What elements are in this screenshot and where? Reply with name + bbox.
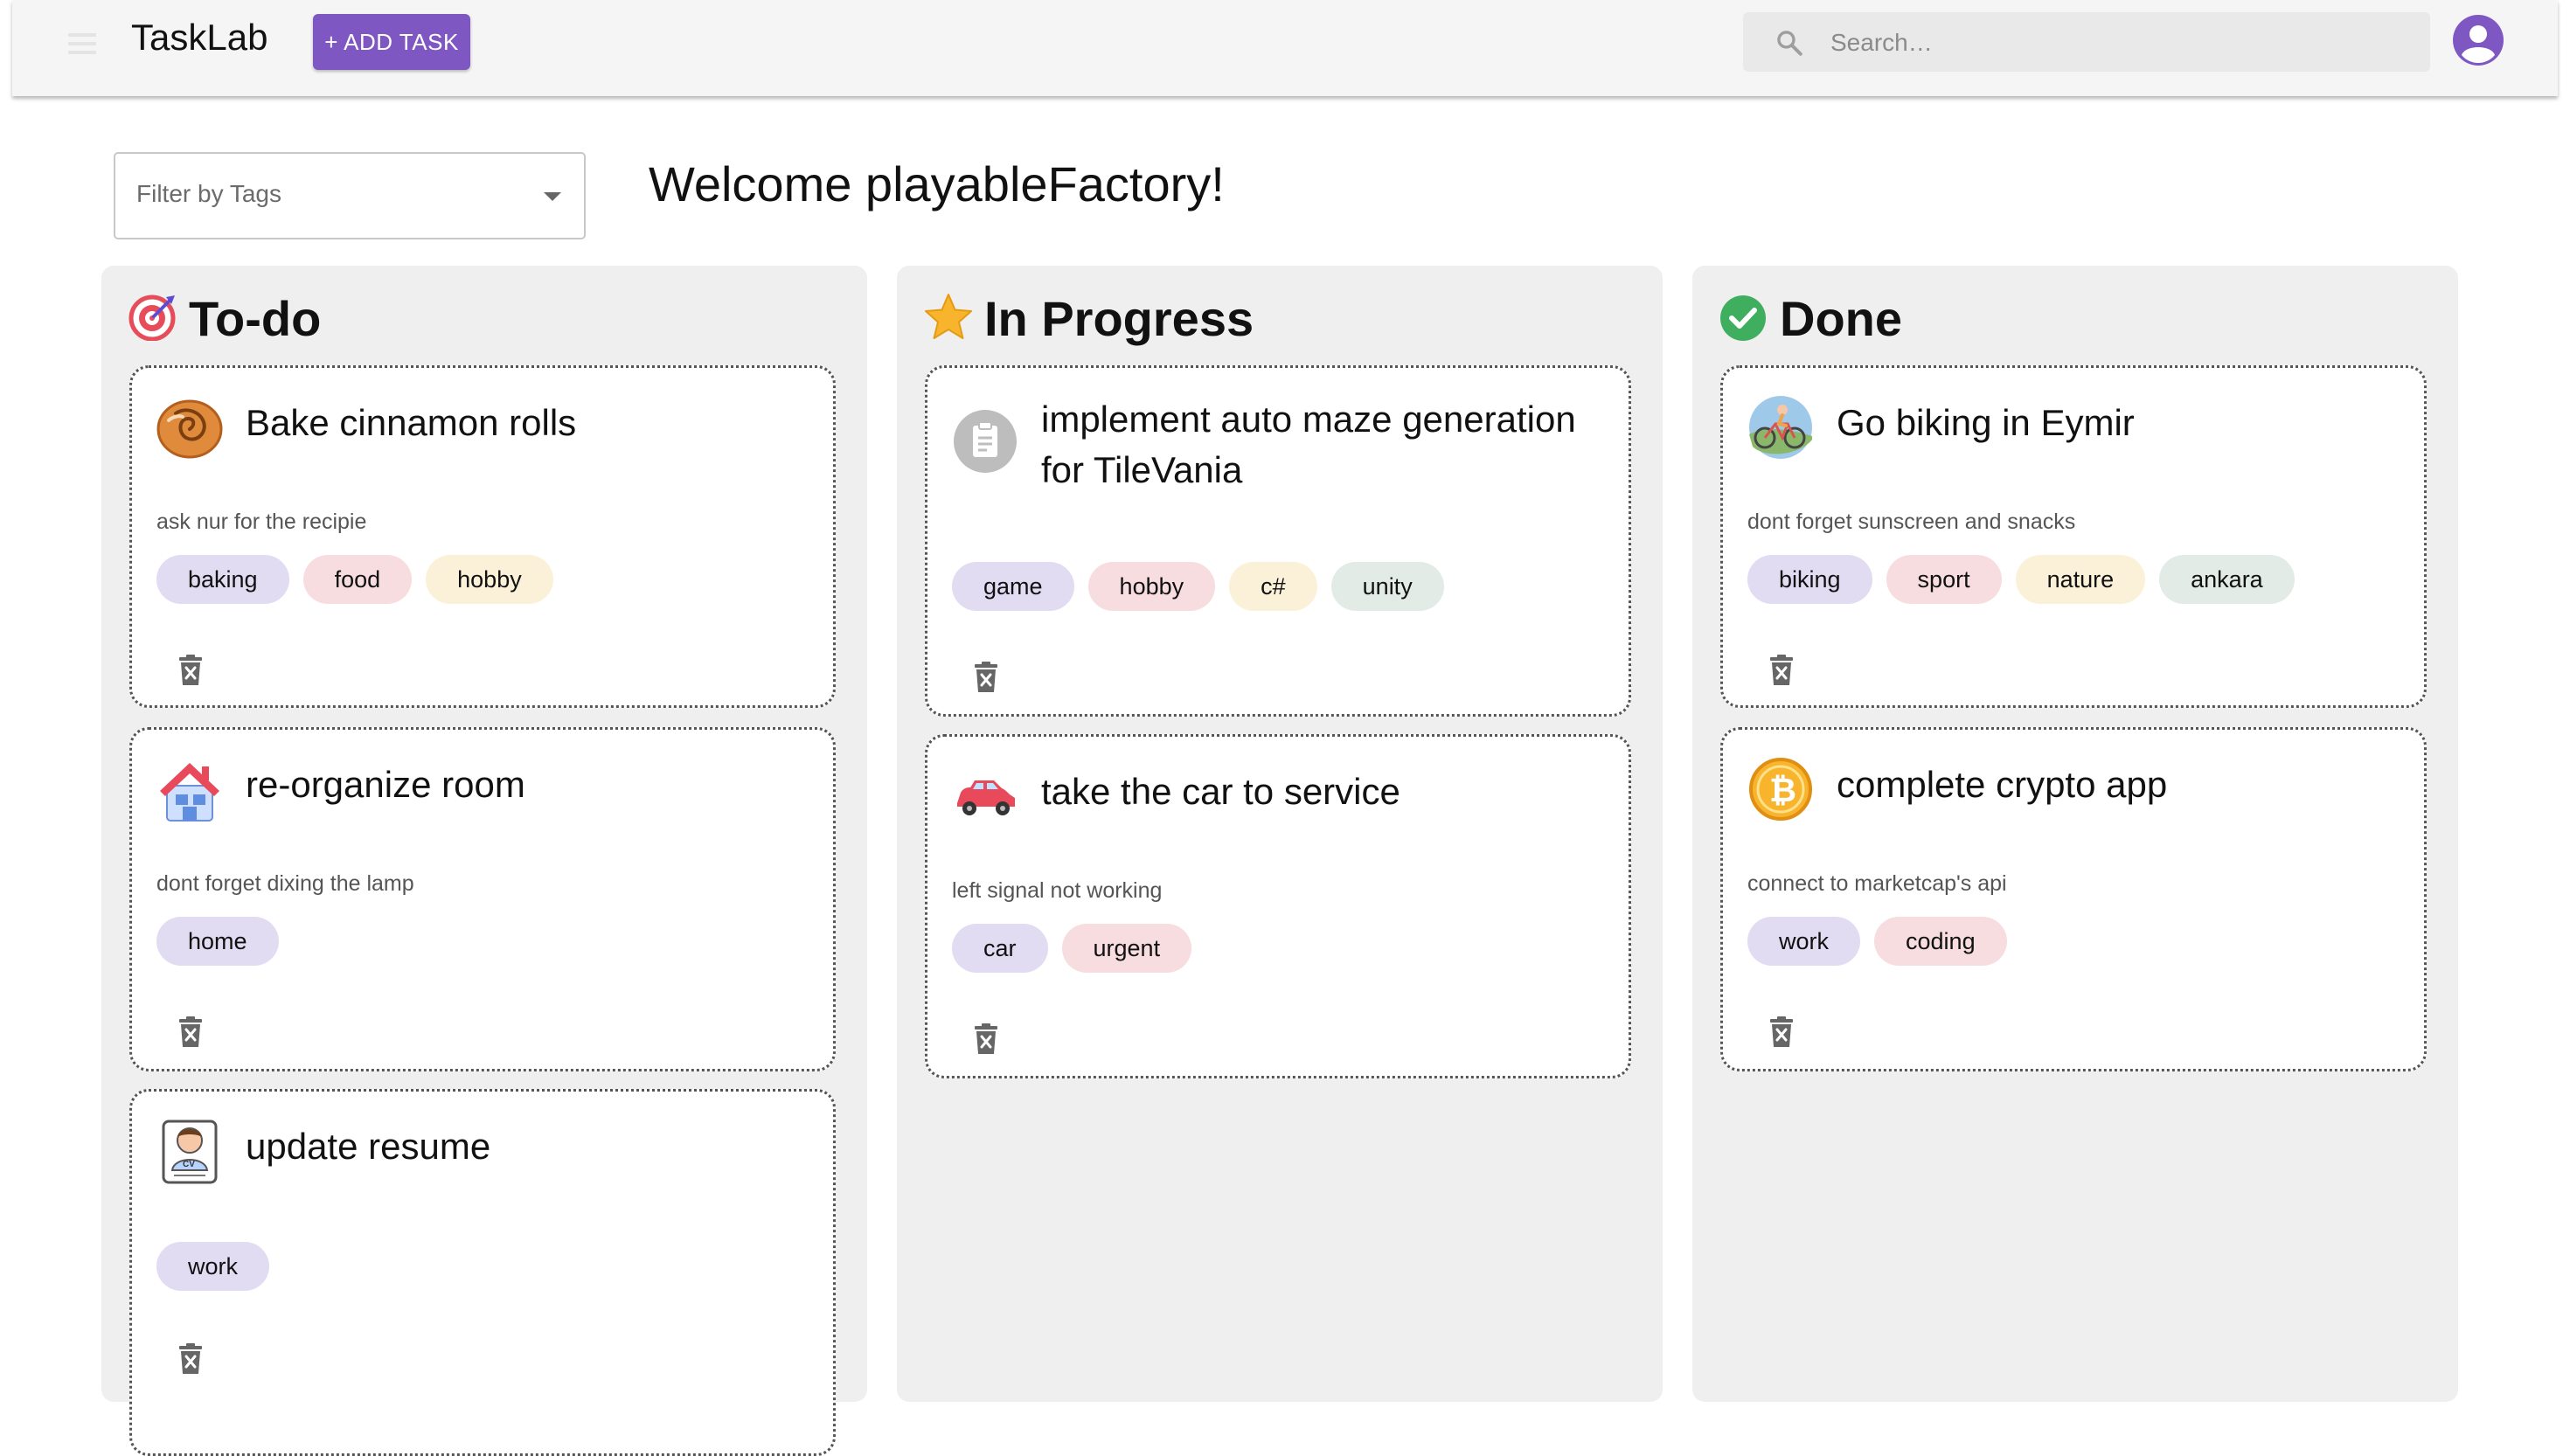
star-icon [925,294,972,339]
task-card[interactable]: take the car to service left signal not … [925,734,1631,1078]
tag-chip[interactable]: game [952,562,1074,611]
car-icon [957,780,1015,815]
tag-chip[interactable]: unity [1330,562,1444,611]
clipboard-icon [954,410,1017,473]
tag-chip[interactable]: work [156,1242,270,1291]
task-card[interactable]: implement auto maze generation for TileV… [925,365,1631,717]
column-title: To-do [189,291,322,346]
tag-chip[interactable]: urgent [1061,924,1192,973]
menu-icon[interactable] [66,28,98,59]
cinnamon-roll-icon [156,399,223,459]
tag-chip[interactable]: food [302,555,413,604]
delete-icon[interactable] [177,1343,204,1375]
task-title: Bake cinnamon rolls [246,402,577,443]
tag-list: game hobby c# unity [952,562,1444,611]
delete-icon[interactable] [973,1023,999,1055]
search-box[interactable] [1743,12,2430,73]
delete-icon[interactable] [973,662,999,693]
tag-chip[interactable]: hobby [1087,562,1216,611]
task-title: re-organize room [246,764,525,805]
column-todo: To-do Bake cinnamon rolls ask nur for th… [101,266,867,1456]
tag-list: home [156,917,279,966]
column-done: Done Go biking in Eymir dont forget suns… [1692,266,2458,1402]
filter-label: Filter by Tags [136,180,281,207]
task-title: complete crypto app [1837,764,2168,805]
check-circle-icon [1720,295,1766,341]
column-title: In Progress [984,291,1254,346]
task-title: update resume [246,1126,491,1167]
search-input[interactable] [1829,12,2409,73]
house-icon [160,763,219,822]
app-bar: TaskLab + ADD TASK [12,0,2558,96]
chevron-down-icon [544,192,561,201]
tag-chip[interactable]: coding [1874,917,2007,966]
task-description: left signal not working [952,878,1163,903]
tag-chip[interactable]: sport [1886,555,2002,604]
tag-chip[interactable]: baking [156,555,289,604]
tag-chip[interactable]: home [156,917,279,966]
task-title-line: implement auto maze generation [1041,399,1576,440]
account-avatar-icon[interactable] [2451,13,2505,67]
task-card[interactable]: CV update resume work [129,1089,836,1456]
task-title: Go biking in Eymir [1837,402,2135,443]
bitcoin-icon: ₿ [1749,758,1812,821]
tag-list: work [156,1242,270,1291]
target-icon [128,295,176,341]
column-in-progress: In Progress implement auto maze generati… [897,266,1663,1402]
biking-icon [1749,396,1812,459]
tag-chip[interactable]: car [952,924,1048,973]
add-task-button[interactable]: + ADD TASK [313,14,470,70]
task-description: ask nur for the recipie [156,510,367,534]
task-card[interactable]: re-organize room dont forget dixing the … [129,727,836,1071]
filter-by-tags-select[interactable]: Filter by Tags [114,152,586,239]
task-card[interactable]: Bake cinnamon rolls ask nur for the reci… [129,365,836,708]
welcome-heading: Welcome playableFactory! [649,156,1225,211]
tag-chip[interactable]: ankara [2159,555,2295,604]
app-title: TaskLab [131,17,268,58]
tag-list: biking sport nature ankara [1747,555,2295,604]
tag-chip[interactable]: biking [1747,555,1872,604]
tag-list: baking food hobby [156,555,553,604]
svg-text:₿: ₿ [1769,773,1796,809]
task-description: dont forget sunscreen and snacks [1747,510,2076,534]
tag-chip[interactable]: hobby [426,555,553,604]
task-card[interactable]: Go biking in Eymir dont forget sunscreen… [1720,365,2427,708]
tag-list: car urgent [952,924,1192,973]
task-title: take the car to service [1041,771,1400,812]
column-title: Done [1780,291,1902,346]
tag-chip[interactable]: c# [1229,562,1317,611]
delete-icon[interactable] [177,655,204,686]
search-icon [1777,31,1802,56]
task-title-line: for TileVania [1041,449,1243,490]
task-card[interactable]: ₿ complete crypto app connect to marketc… [1720,727,2427,1071]
cv-icon: CV [162,1120,218,1184]
task-title: implement auto maze generation for TileV… [1041,394,1576,496]
delete-icon[interactable] [1768,655,1795,686]
delete-icon[interactable] [177,1016,204,1048]
svg-text:CV: CV [183,1160,195,1169]
task-description: connect to marketcap's api [1747,871,2007,896]
tag-chip[interactable]: nature [2015,555,2146,604]
tag-chip[interactable]: work [1747,917,1861,966]
task-description: dont forget dixing the lamp [156,871,414,896]
delete-icon[interactable] [1768,1016,1795,1048]
tag-list: work coding [1747,917,2007,966]
